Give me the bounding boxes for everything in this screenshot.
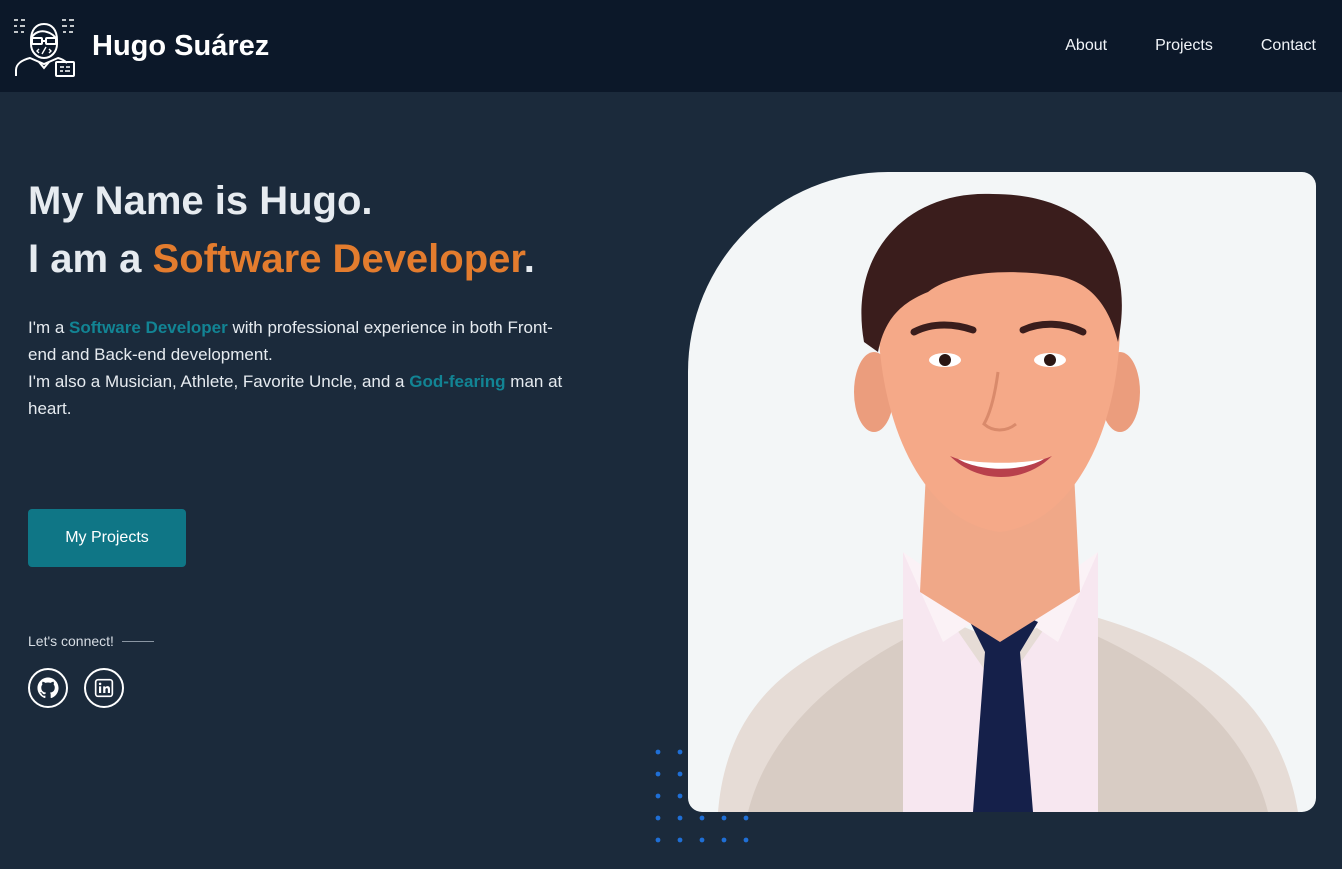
profile-photo	[688, 172, 1316, 812]
nav-links: About Projects Contact	[1065, 37, 1316, 55]
bio-highlight-faith: God-fearing	[409, 372, 506, 391]
hero-bio: I'm a Software Developer with profession…	[28, 314, 568, 422]
social-links	[28, 668, 124, 708]
github-icon	[37, 677, 59, 699]
hero-headline: My Name is Hugo. I am a Software Develop…	[28, 172, 568, 288]
headline-role: Software Developer	[152, 237, 524, 281]
headline-line2-suffix: .	[523, 237, 535, 281]
brand[interactable]: Hugo Suárez	[12, 14, 269, 78]
linkedin-link[interactable]	[84, 668, 124, 708]
bio-text: I'm also a Musician, Athlete, Favorite U…	[28, 372, 410, 391]
developer-avatar-icon	[14, 19, 75, 77]
connect-divider	[121, 640, 154, 642]
navbar: Hugo Suárez About Projects Contact	[0, 0, 1342, 92]
github-link[interactable]	[28, 668, 68, 708]
nav-projects-link[interactable]: Projects	[1155, 37, 1213, 55]
my-projects-button[interactable]: My Projects	[28, 509, 186, 567]
headline-line2-prefix: I am a	[28, 237, 153, 281]
brand-name: Hugo Suárez	[92, 29, 270, 62]
nav-about-link[interactable]: About	[1065, 37, 1107, 55]
portrait-image	[718, 193, 1298, 812]
bio-highlight-role: Software Developer	[69, 318, 228, 337]
linkedin-icon	[94, 678, 114, 698]
connect-label: Let's connect!	[28, 633, 154, 649]
headline-line1: My Name is Hugo.	[28, 179, 373, 223]
nav-contact-link[interactable]: Contact	[1261, 37, 1316, 55]
hero-intro: My Name is Hugo. I am a Software Develop…	[28, 172, 568, 567]
bio-text: I'm a	[28, 318, 70, 337]
connect-text: Let's connect!	[28, 633, 114, 649]
